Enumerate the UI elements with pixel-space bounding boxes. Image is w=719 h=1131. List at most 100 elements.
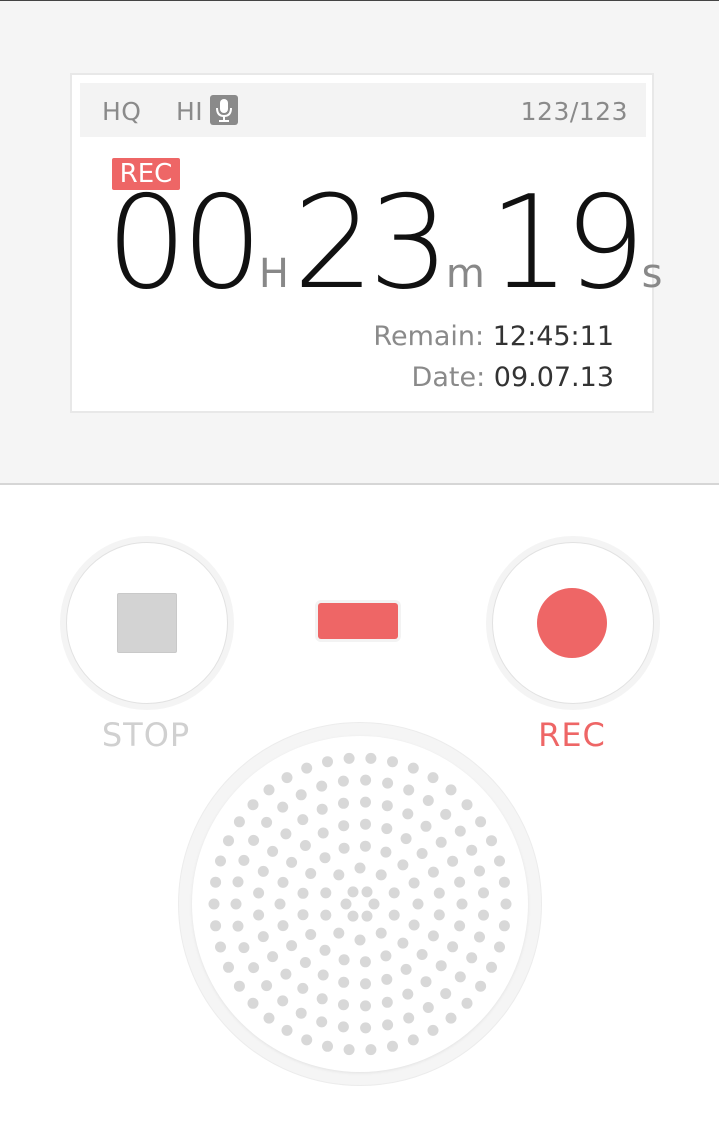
speaker-hole xyxy=(397,937,409,949)
speaker-holes xyxy=(208,752,512,1056)
speaker-hole xyxy=(400,833,412,845)
remaining-time: Remain: 12:45:11 xyxy=(373,321,614,352)
level-indicator xyxy=(318,603,398,639)
speaker-hole xyxy=(475,980,487,992)
speaker-hole xyxy=(316,1016,328,1028)
speaker-hole xyxy=(365,1044,377,1056)
speaker-hole xyxy=(277,920,289,932)
speaker-hole xyxy=(478,887,489,899)
speaker-hole xyxy=(360,774,372,786)
speaker-hole xyxy=(381,996,393,1008)
speaker-grille xyxy=(178,722,542,1086)
speaker-hole xyxy=(381,823,393,835)
speaker-hole xyxy=(338,842,350,854)
speaker-hole xyxy=(267,845,279,857)
speaker-hole xyxy=(253,887,265,899)
speaker-hole xyxy=(388,887,400,899)
speaker-hole xyxy=(343,752,355,764)
speaker-hole xyxy=(277,995,289,1007)
speaker-hole xyxy=(305,929,317,940)
speaker-hole xyxy=(286,856,298,868)
speaker-hole xyxy=(333,869,345,881)
record-button[interactable] xyxy=(492,542,654,704)
speaker-hole xyxy=(281,772,293,784)
speaker-hole xyxy=(316,780,328,792)
speaker-hole xyxy=(317,827,329,839)
speaker-hole xyxy=(301,1034,313,1046)
speaker-hole xyxy=(223,961,234,973)
speaker-hole xyxy=(338,976,350,988)
speaker-hole xyxy=(263,784,275,796)
speaker-hole xyxy=(368,898,380,910)
speaker-grille-face xyxy=(192,736,528,1072)
speaker-hole xyxy=(466,844,478,856)
speaker-hole xyxy=(433,887,445,899)
date-value: 09.07.13 xyxy=(493,362,614,393)
speaker-hole xyxy=(238,854,250,866)
elapsed-time: 00H23m19s xyxy=(106,180,667,308)
speaker-hole xyxy=(427,772,439,784)
speaker-hole xyxy=(340,898,352,910)
speaker-hole xyxy=(261,980,273,992)
speaker-hole xyxy=(360,1022,372,1034)
speaker-hole xyxy=(274,898,286,910)
speaker-hole xyxy=(333,927,345,939)
speaker-hole xyxy=(365,752,377,764)
speaker-hole xyxy=(338,820,350,832)
recorder-display: HQ HI 123/123 REC 00H23m19s Remain: 12:4… xyxy=(70,73,663,413)
speaker-hole xyxy=(427,866,439,878)
speaker-hole xyxy=(322,756,333,768)
recording-date: Date: 09.07.13 xyxy=(412,362,614,393)
speaker-hole xyxy=(360,818,371,830)
speaker-hole xyxy=(257,865,269,877)
speaker-hole xyxy=(454,825,466,837)
speaker-hole xyxy=(319,852,331,864)
file-counter: 123/123 xyxy=(520,97,628,126)
mic-level-indicator: HI xyxy=(176,97,204,126)
speaker-hole xyxy=(322,1040,333,1052)
speaker-hole xyxy=(267,951,279,963)
speaker-hole xyxy=(248,834,260,846)
speaker-hole xyxy=(360,796,371,808)
speaker-hole xyxy=(454,920,466,932)
speaker-hole xyxy=(208,898,220,910)
speaker-hole xyxy=(498,920,510,932)
speaker-hole xyxy=(230,898,242,910)
speaker-hole xyxy=(375,927,387,939)
speaker-hole xyxy=(360,978,371,990)
speaker-hole xyxy=(316,993,328,1005)
speaker-hole xyxy=(403,1012,415,1024)
speaker-hole xyxy=(474,931,485,943)
speaker-hole xyxy=(382,1019,394,1031)
speaker-hole xyxy=(403,784,415,796)
speaker-hole xyxy=(233,980,245,992)
speaker-hole xyxy=(232,920,244,932)
speaker-hole xyxy=(347,910,359,922)
speaker-hole xyxy=(337,1021,349,1033)
time-hours-unit: H xyxy=(258,251,289,297)
speaker-hole xyxy=(500,898,512,910)
speaker-hole xyxy=(380,846,392,858)
quality-indicator: HQ xyxy=(102,97,142,126)
speaker-hole xyxy=(215,941,226,953)
speaker-hole xyxy=(486,961,497,973)
speaker-hole xyxy=(494,941,505,953)
speaker-hole xyxy=(435,960,447,972)
speaker-hole xyxy=(305,868,317,879)
speaker-hole xyxy=(286,940,298,952)
stop-button[interactable] xyxy=(66,542,228,704)
speaker-hole xyxy=(445,784,457,796)
speaker-hole xyxy=(361,886,373,898)
speaker-hole xyxy=(397,859,409,871)
speaker-hole xyxy=(420,820,432,832)
speaker-hole xyxy=(232,876,244,888)
microphone-icon xyxy=(210,95,238,125)
speaker-hole xyxy=(360,1000,371,1012)
speaker-hole xyxy=(461,799,473,811)
speaker-hole xyxy=(407,1034,419,1046)
speaker-hole xyxy=(277,876,289,888)
speaker-hole xyxy=(427,1024,439,1036)
speaker-hole xyxy=(361,910,373,922)
speaker-hole xyxy=(359,956,371,968)
speaker-hole xyxy=(210,920,222,932)
